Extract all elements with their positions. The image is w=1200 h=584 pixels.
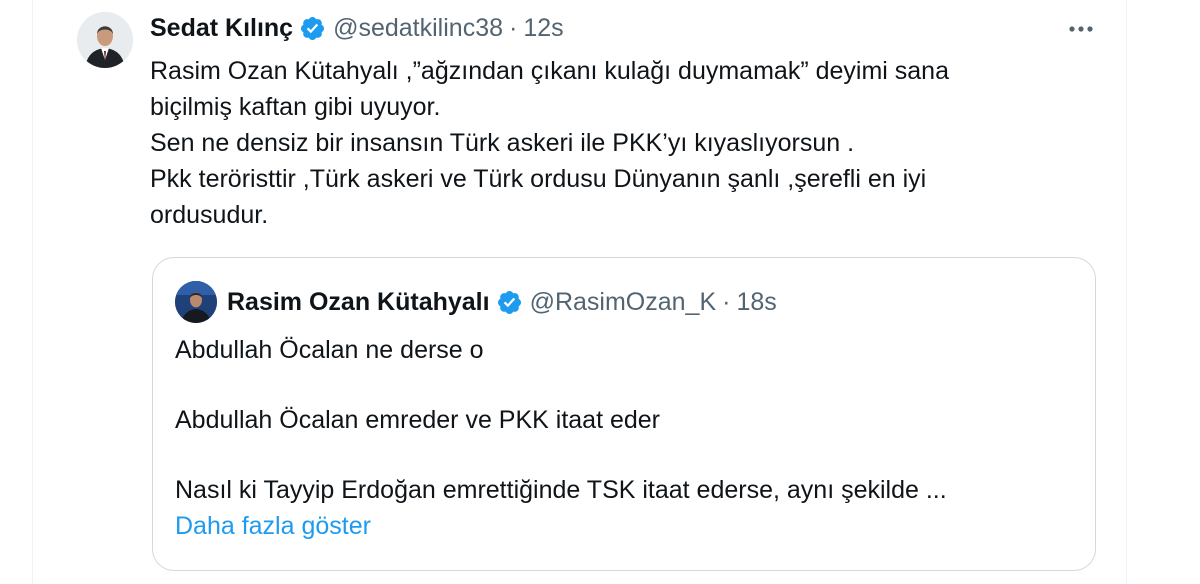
quoted-avatar-portrait-icon <box>175 281 217 323</box>
separator-dot: · <box>722 287 731 316</box>
author-handle[interactable]: @sedatkilinc38 <box>333 14 503 43</box>
tweet-text-line: Rasim Ozan Kütahyalı ,”ağzından çıkanı k… <box>150 57 949 85</box>
tweet-text-line: ordusudur. <box>150 201 269 229</box>
more-options-button[interactable] <box>1063 12 1099 46</box>
quoted-header: Rasim Ozan Kütahyalı @RasimOzan_K · 18s <box>227 285 777 319</box>
quoted-text-paragraph: Abdullah Öcalan emreder ve PKK itaat ede… <box>175 406 660 434</box>
quoted-text-paragraph: Nasıl ki Tayyip Erdoğan emrettiğinde TSK… <box>175 476 947 504</box>
tweet-text: Rasim Ozan Kütahyalı ,”ağzından çıkanı k… <box>150 53 1080 233</box>
timestamp[interactable]: 12s <box>523 14 563 43</box>
quoted-text-paragraph: Abdullah Öcalan ne derse o <box>175 336 484 364</box>
more-horizontal-icon <box>1069 26 1093 32</box>
verified-badge-icon <box>299 15 326 42</box>
tweet-text-line: biçilmiş kaftan gibi uyuyor. <box>150 93 441 121</box>
quoted-tweet[interactable]: Rasim Ozan Kütahyalı @RasimOzan_K · 18s … <box>152 257 1096 571</box>
quoted-timestamp: 18s <box>736 287 777 316</box>
tweet-frame: Sedat Kılınç @sedatkilinc38 · 12s Rasim … <box>0 0 1200 584</box>
quoted-author-name: Rasim Ozan Kütahyalı <box>227 287 490 316</box>
tweet[interactable]: Sedat Kılınç @sedatkilinc38 · 12s Rasim … <box>33 0 1126 584</box>
separator-dot: · <box>509 13 518 42</box>
author-name[interactable]: Sedat Kılınç <box>150 14 293 43</box>
show-more-link[interactable]: Daha fazla göster <box>175 508 1075 544</box>
avatar[interactable] <box>77 12 133 68</box>
quoted-text: Abdullah Öcalan ne derse o Abdullah Öcal… <box>175 332 1075 544</box>
tweet-text-line: Sen ne densiz bir insansın Türk askeri i… <box>150 129 855 157</box>
column-border-right <box>1126 0 1127 584</box>
tweet-header: Sedat Kılınç @sedatkilinc38 · 12s <box>150 11 564 45</box>
verified-badge-icon <box>496 289 523 316</box>
tweet-text-line: Pkk teröristtir ,Türk askeri ve Türk ord… <box>150 165 927 193</box>
quoted-avatar <box>175 281 217 323</box>
avatar-portrait-icon <box>77 12 133 68</box>
quoted-author-handle: @RasimOzan_K <box>529 287 717 316</box>
